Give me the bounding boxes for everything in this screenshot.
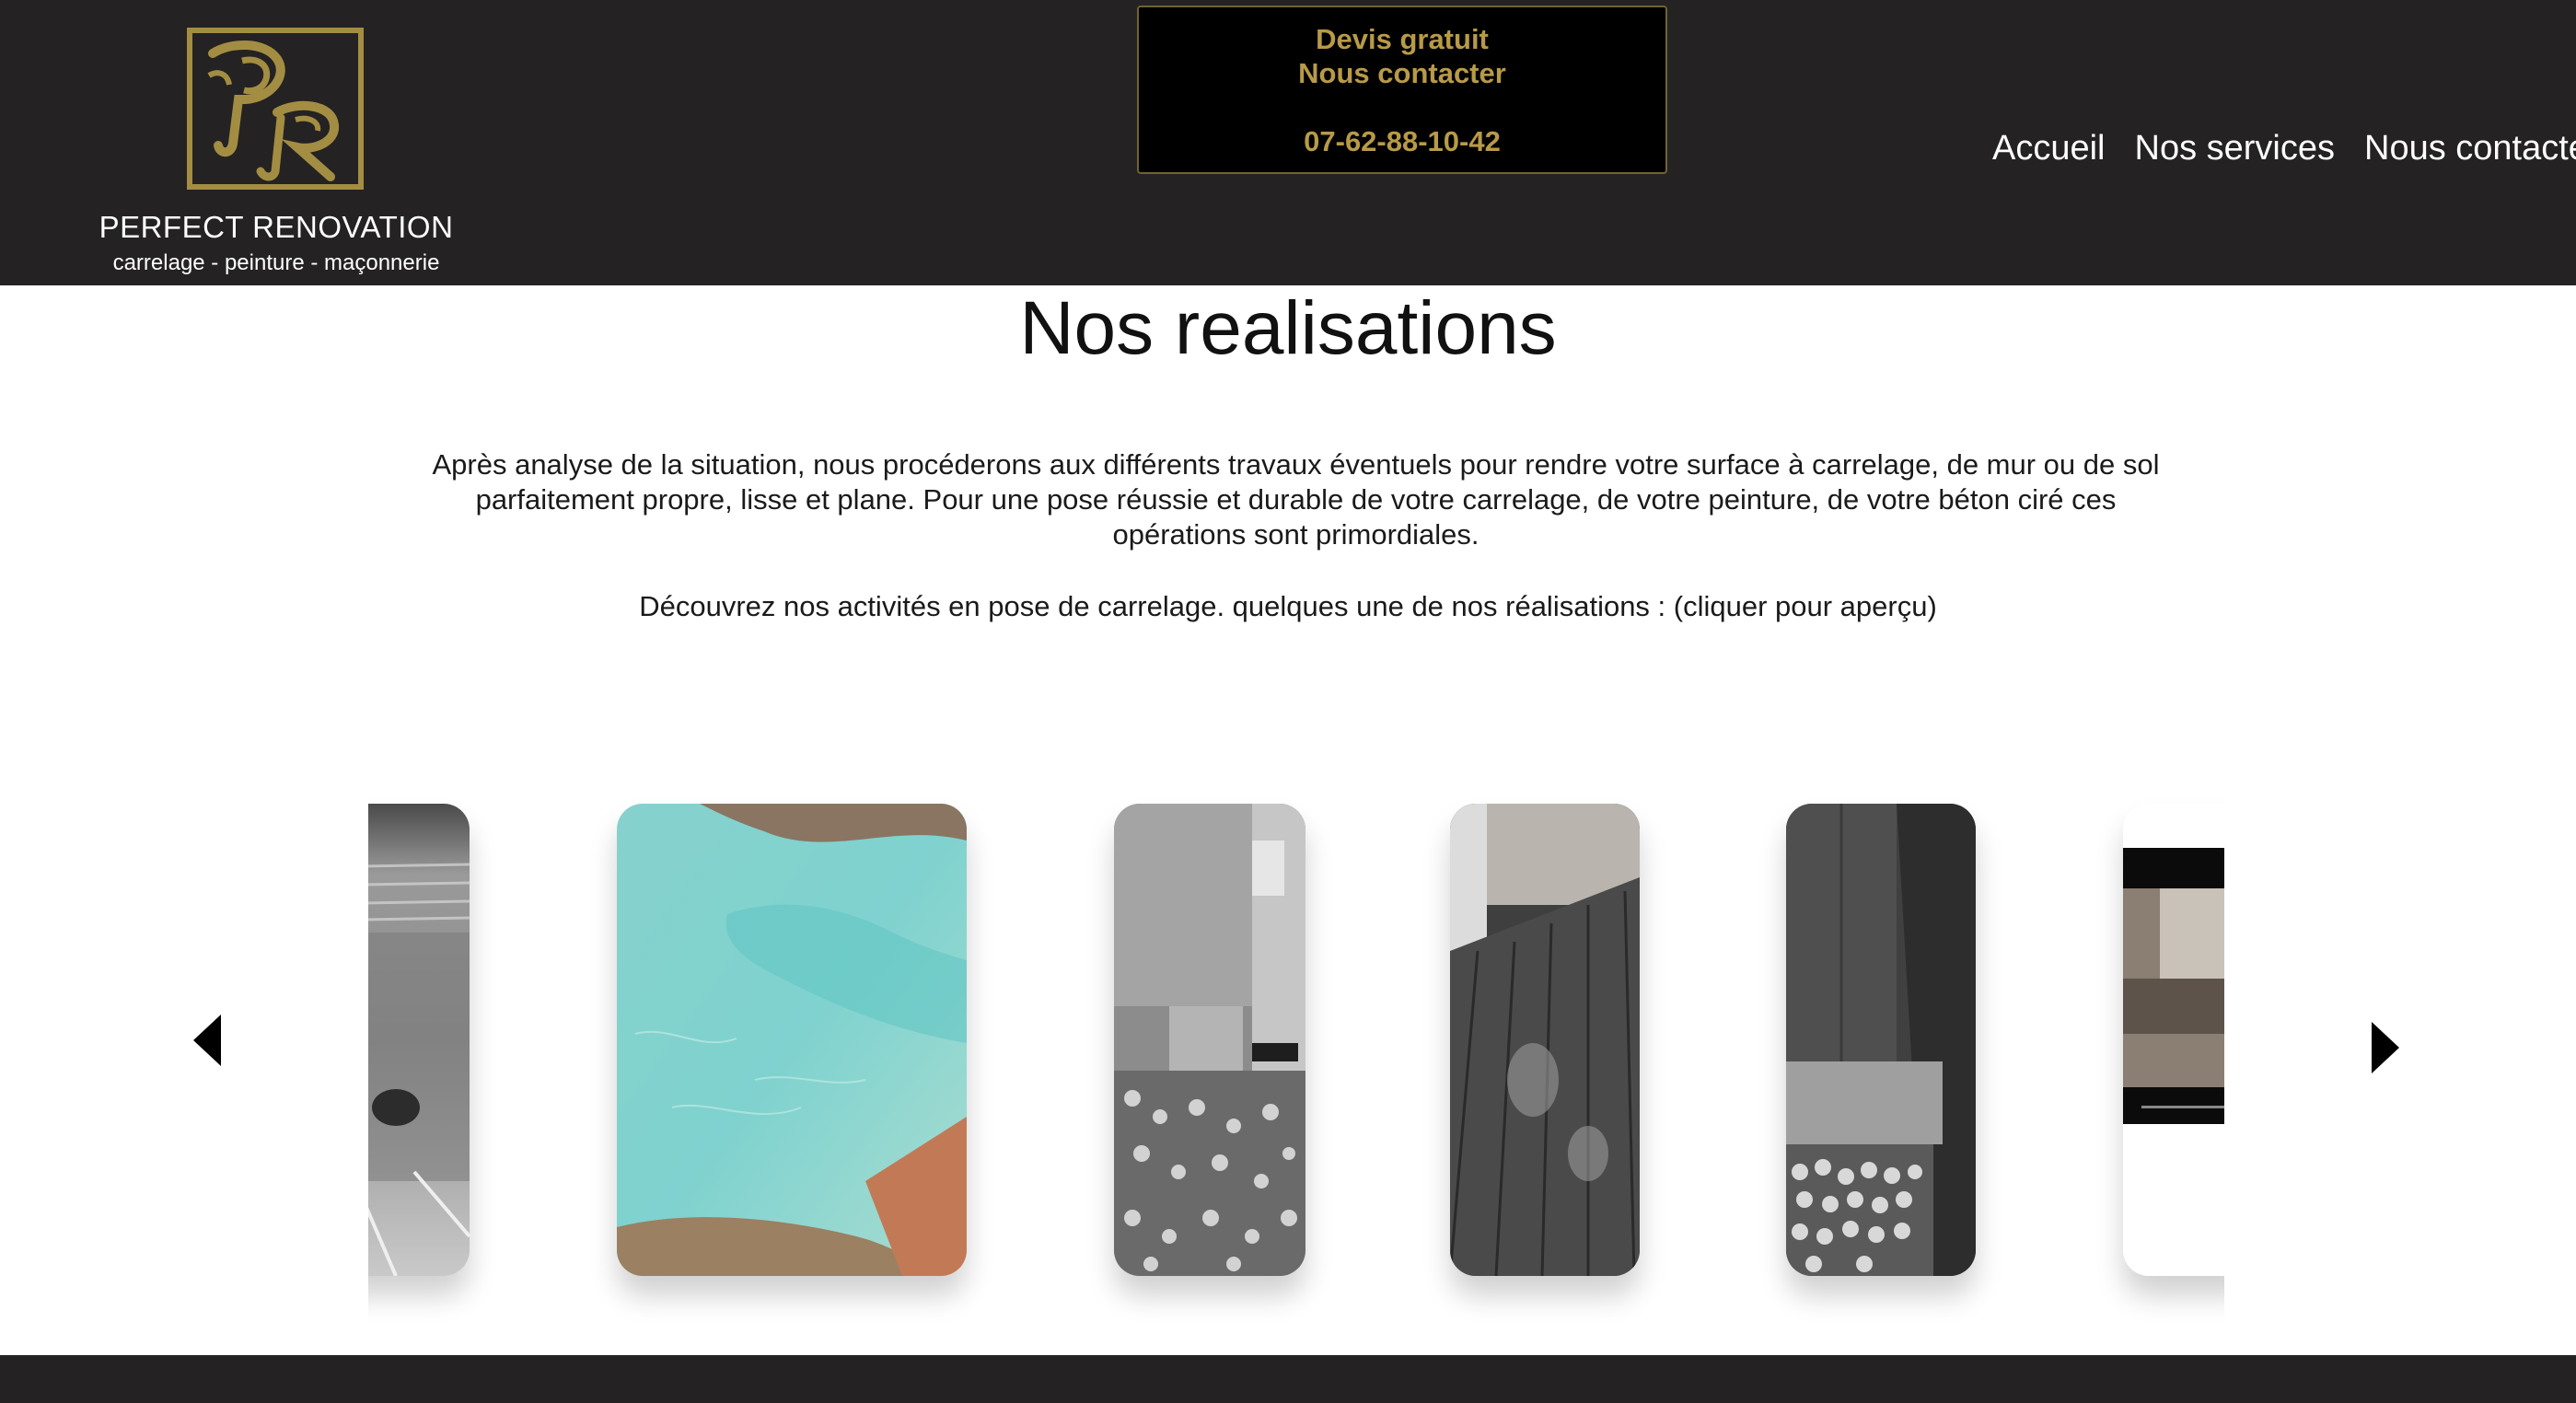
carousel-slide-shower-niche[interactable] xyxy=(1786,804,1976,1276)
stone-paving-photo xyxy=(368,804,470,1276)
contact-cta-box[interactable]: Devis gratuit Nous contacter 07-62-88-10… xyxy=(1137,6,1667,174)
site-header: PERFECT RENOVATION carrelage - peinture … xyxy=(0,0,2576,285)
video-thumbnail xyxy=(2123,848,2224,1124)
page-title: Nos realisations xyxy=(1019,286,1557,370)
triangle-left-icon xyxy=(193,1015,221,1066)
brand-logo-block[interactable]: PERFECT RENOVATION carrelage - peinture … xyxy=(92,26,460,284)
carousel-slide-video[interactable] xyxy=(2123,804,2224,1276)
nav-accueil[interactable]: Accueil xyxy=(1992,129,2106,175)
carousel-next-button[interactable] xyxy=(2370,1020,2401,1075)
nav-nous-contacter[interactable]: Nous contacter xyxy=(2364,129,2576,175)
site-footer xyxy=(0,1355,2576,1403)
brand-name: PERFECT RENOVATION xyxy=(99,210,454,244)
brand-tagline: carrelage - peinture - maçonnerie xyxy=(112,250,440,275)
realisations-carousel xyxy=(368,783,2224,1344)
carousel-prev-button[interactable] xyxy=(191,1013,223,1068)
carousel-slide-pool[interactable] xyxy=(617,804,967,1276)
carousel-slide-stone-paving[interactable] xyxy=(368,804,470,1276)
gallery-intro: Découvrez nos activités en pose de carre… xyxy=(639,590,1937,622)
carousel-slide-wood-floor[interactable] xyxy=(1450,804,1640,1276)
play-icon[interactable] xyxy=(2155,1147,2174,1172)
shower-photo xyxy=(1114,804,1305,1276)
pool-photo xyxy=(617,804,967,1276)
main-nav: Accueil Nos services Nous contacter xyxy=(1992,129,2576,175)
wood-floor-photo xyxy=(1450,804,1640,1276)
nav-nos-services[interactable]: Nos services xyxy=(2135,129,2336,175)
contact-us-label: Nous contacter xyxy=(1298,57,1506,89)
triangle-right-icon xyxy=(2372,1022,2399,1073)
shower-niche-photo xyxy=(1786,804,1976,1276)
phone-number[interactable]: 07-62-88-10-42 xyxy=(1139,124,1665,158)
logo-icon xyxy=(187,28,364,190)
intro-paragraph: Après analyse de la situation, nous proc… xyxy=(432,448,2160,551)
free-quote-label: Devis gratuit xyxy=(1316,23,1489,55)
carousel-slide-shower-pebbles[interactable] xyxy=(1114,804,1305,1276)
